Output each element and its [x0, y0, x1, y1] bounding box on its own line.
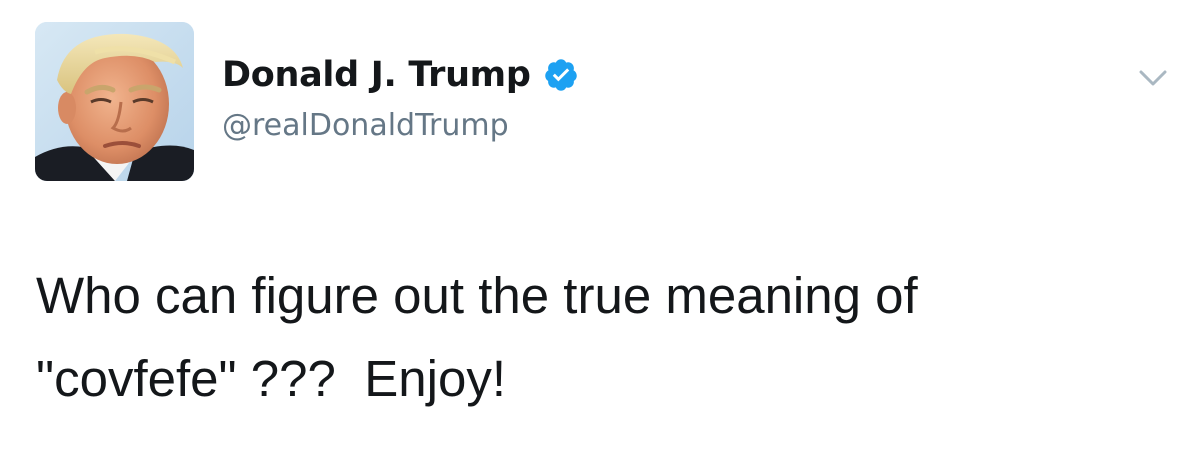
- avatar-photo: [35, 22, 194, 181]
- avatar[interactable]: [35, 22, 194, 181]
- tweet-text: Who can figure out the true meaning of "…: [36, 267, 918, 407]
- author-name-row[interactable]: Donald J. Trump: [222, 52, 579, 98]
- tweet-card: Donald J. Trump @realDonaldTrump Who can…: [0, 0, 1200, 452]
- display-name[interactable]: Donald J. Trump: [222, 55, 531, 95]
- author-handle[interactable]: @realDonaldTrump: [222, 108, 509, 143]
- verified-badge-icon: [544, 59, 577, 91]
- chevron-down-icon[interactable]: [1137, 66, 1169, 90]
